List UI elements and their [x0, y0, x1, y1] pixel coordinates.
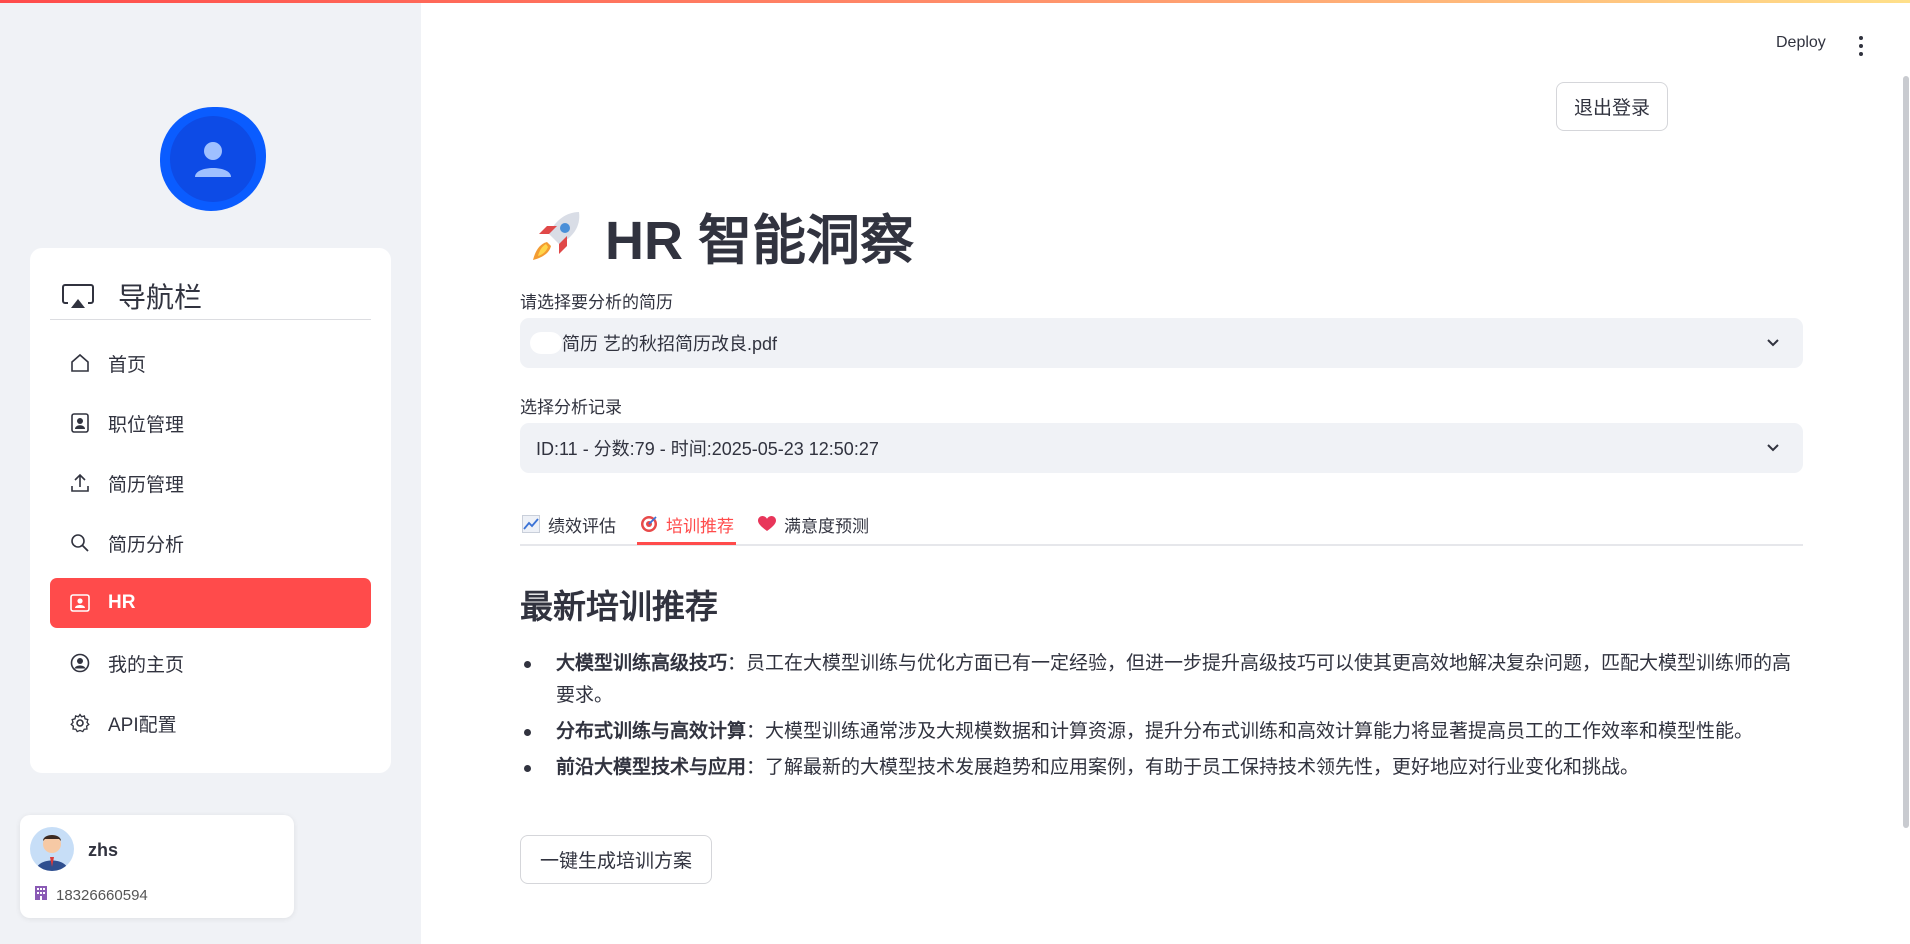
- list-item: 分布式训练与高效计算：大模型训练通常涉及大规模数据和计算资源，提升分布式训练和高…: [520, 716, 1803, 748]
- tab-label: 培训推荐: [666, 516, 734, 536]
- resume-select-value: 简历 艺的秋招简历改良.pdf: [562, 334, 778, 354]
- heart-icon: [758, 516, 776, 531]
- sidebar-item-resume-management[interactable]: 简历管理: [50, 458, 371, 508]
- sidebar-item-label: 职位管理: [108, 414, 185, 436]
- person-circle-icon: [68, 651, 92, 675]
- resume-select[interactable]: 简历 艺的秋招简历改良.pdf: [520, 318, 1803, 368]
- sidebar-item-label: HR: [108, 592, 136, 613]
- list-item: 大模型训练高级技巧：员工在大模型训练与优化方面已有一定经验，但进一步提升高级技巧…: [520, 648, 1803, 712]
- page-title-text: HR 智能洞察: [605, 211, 914, 271]
- tab-training[interactable]: 培训推荐: [640, 506, 734, 542]
- person-icon: [195, 142, 231, 177]
- list-item: 前沿大模型技术与应用：了解最新的大模型技术发展趋势和应用案例，有助于员工保持技术…: [520, 752, 1803, 784]
- record-select-value: ID:11 - 分数:79 - 时间:2025-05-23 12:50:27: [536, 439, 879, 459]
- user-avatar-logo: [160, 107, 266, 211]
- id-card-icon: [68, 591, 92, 615]
- record-select-label: 选择分析记录: [520, 398, 622, 417]
- search-icon: [68, 531, 92, 555]
- top-accent-bar: [0, 0, 1910, 3]
- tab-label: 满意度预测: [784, 516, 869, 536]
- scrollbar[interactable]: [1903, 76, 1909, 828]
- section-title: 最新培训推荐: [520, 588, 718, 625]
- sidebar-item-my-profile[interactable]: 我的主页: [50, 638, 371, 688]
- chevron-down-icon: [1767, 339, 1779, 347]
- chart-up-icon: [522, 515, 540, 533]
- sidebar-item-label: 简历管理: [108, 474, 185, 496]
- chevron-down-icon: [1767, 444, 1779, 452]
- badge-icon: [68, 411, 92, 435]
- gear-icon: [68, 711, 92, 735]
- tab-label: 绩效评估: [548, 516, 616, 536]
- sidebar-item-hr[interactable]: HR: [50, 578, 371, 628]
- deploy-button[interactable]: Deploy: [1776, 34, 1826, 52]
- user-card: zhs 18326660594: [20, 815, 294, 918]
- user-name: zhs: [88, 840, 119, 860]
- tab-satisfaction[interactable]: 满意度预测: [758, 506, 869, 542]
- tab-performance[interactable]: 绩效评估: [522, 506, 616, 542]
- sidebar: 导航栏 首页 职位管理 简历管理 简历分析 HR 我的主页 API配置 zhs …: [0, 0, 421, 944]
- sidebar-item-jobs[interactable]: 职位管理: [50, 398, 371, 448]
- active-tab-indicator: [637, 542, 736, 545]
- sidebar-item-label: API配置: [108, 714, 177, 736]
- more-options-icon[interactable]: [1853, 34, 1869, 56]
- logout-button[interactable]: 退出登录: [1556, 82, 1668, 131]
- sidebar-item-resume-analysis[interactable]: 简历分析: [50, 518, 371, 568]
- tab-bar: 绩效评估 培训推荐 满意度预测: [520, 500, 1803, 546]
- sidebar-item-home[interactable]: 首页: [50, 338, 371, 388]
- nav-header: 导航栏: [50, 272, 371, 320]
- upload-icon: [68, 471, 92, 495]
- nav-title: 导航栏: [118, 281, 203, 313]
- airplay-icon: [62, 281, 96, 311]
- sidebar-item-label: 首页: [108, 354, 147, 376]
- recommendation-list: 大模型训练高级技巧：员工在大模型训练与优化方面已有一定经验，但进一步提升高级技巧…: [520, 648, 1803, 788]
- sidebar-item-label: 简历分析: [108, 534, 185, 556]
- avatar: [30, 827, 74, 871]
- building-icon: [34, 885, 48, 905]
- generate-training-plan-button[interactable]: 一键生成培训方案: [520, 835, 712, 884]
- target-icon: [641, 516, 657, 532]
- sidebar-item-api-config[interactable]: API配置: [50, 698, 371, 748]
- phone-number: 18326660594: [56, 886, 148, 904]
- user-phone: 18326660594: [34, 885, 148, 905]
- sidebar-item-label: 我的主页: [108, 654, 185, 676]
- nav-card: 导航栏 首页 职位管理 简历管理 简历分析 HR 我的主页 API配置: [30, 248, 391, 773]
- resume-select-label: 请选择要分析的简历: [520, 293, 673, 312]
- page-title: HR 智能洞察: [527, 196, 914, 275]
- record-select[interactable]: ID:11 - 分数:79 - 时间:2025-05-23 12:50:27: [520, 423, 1803, 473]
- rocket-icon: [533, 211, 580, 260]
- home-icon: [68, 351, 92, 375]
- redacted-name: [530, 332, 562, 354]
